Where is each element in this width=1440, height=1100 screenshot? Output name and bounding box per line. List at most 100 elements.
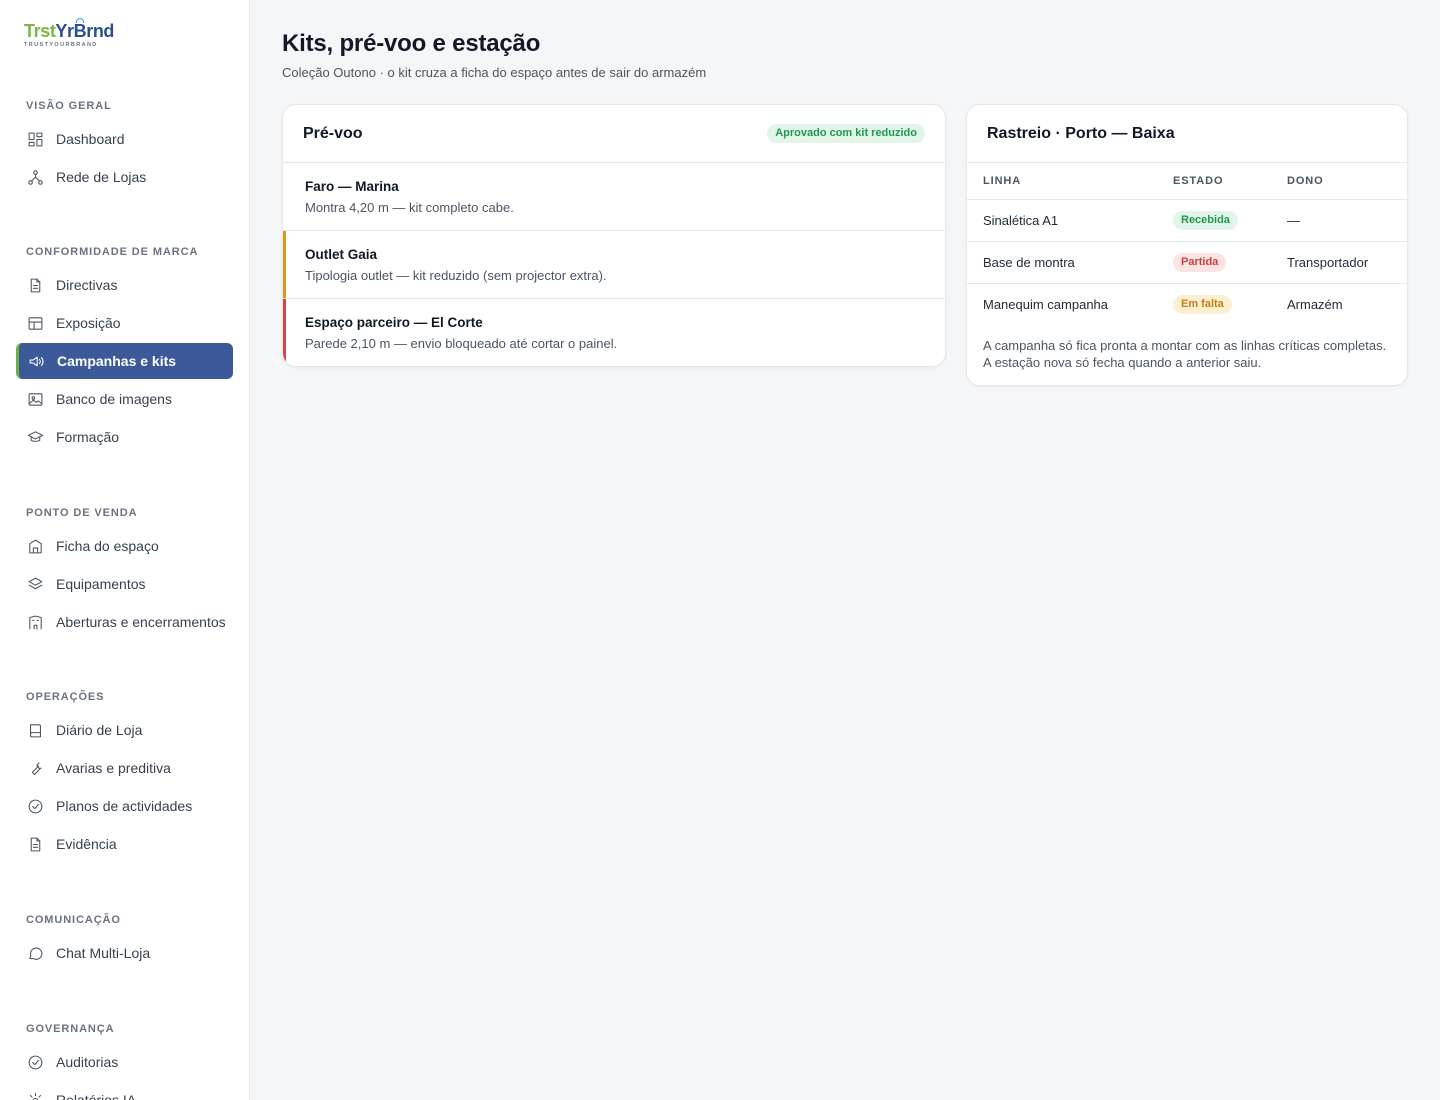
network-icon: [26, 168, 44, 186]
sidebar-item-evidencia[interactable]: Evidência: [16, 826, 233, 862]
line-cell: Sinalética A1: [967, 199, 1157, 242]
line-cell: Manequim campanha: [983, 296, 1109, 312]
table-row[interactable]: Base de montra Partida Transportador: [967, 241, 1407, 284]
preflight-card-title: Pré-voo: [303, 124, 363, 142]
chat-bubble-icon: [26, 944, 44, 962]
image-icon: [26, 390, 44, 408]
graduation-cap-icon: [26, 428, 44, 446]
storefront-icon: [26, 537, 44, 555]
sidebar-item-formacao[interactable]: Formação: [16, 419, 233, 455]
blocked-accent-bar: [283, 299, 286, 366]
sidebar-item-label: Banco de imagens: [56, 391, 172, 407]
wrench-icon: [26, 759, 44, 777]
document-icon: [26, 276, 44, 294]
preflight-card-header: Pré-voo Aprovado com kit reduzido: [283, 105, 945, 163]
grid-icon: [26, 130, 44, 148]
status-badge: Aprovado com kit reduzido: [767, 124, 925, 143]
sidebar-item-label: Chat Multi-Loja: [56, 945, 151, 961]
sidebar-item-label: Ficha do espaço: [56, 538, 159, 554]
sidebar-item-equipamentos[interactable]: Equipamentos: [16, 566, 233, 602]
section-visao-geral: Visão geral: [26, 100, 112, 112]
sidebar-item-planos-de-actividades[interactable]: Planos de actividades: [16, 788, 233, 824]
list-item[interactable]: Espaço parceiro — El Corte Parede 2,10 m…: [283, 299, 945, 366]
tracking-table: Linha Estado Dono Sinalética A1 Recebida…: [967, 163, 1407, 325]
document-icon: [26, 835, 44, 853]
table-row[interactable]: Sinalética A1 Recebida —: [967, 199, 1407, 242]
sidebar-item-label: Avarias e preditiva: [56, 760, 171, 776]
sidebar-item-label: Diário de Loja: [56, 722, 143, 738]
store-check-detail: Tipologia outlet — kit reduzido (sem pro…: [305, 268, 607, 283]
status-cell: Recebida: [1157, 199, 1271, 242]
sidebar-item-label: Evidência: [56, 836, 117, 852]
status-badge: Recebida: [1173, 210, 1238, 230]
sidebar-item-label: Dashboard: [56, 131, 125, 147]
tracking-note: A campanha só fica pronta a montar com a…: [983, 338, 1387, 370]
store-name: Espaço parceiro — El Corte: [305, 315, 483, 330]
sidebar-item-campanhas-e-kits[interactable]: Campanhas e kits: [16, 343, 233, 379]
sidebar-item-avarias-e-preditiva[interactable]: Avarias e preditiva: [16, 750, 233, 786]
sidebar-item-label: Rede de Lojas: [56, 169, 147, 185]
table-row[interactable]: Manequim campanha Em falta Armazém: [967, 283, 1407, 325]
store-check-detail: Montra 4,20 m — kit completo cabe.: [305, 200, 514, 215]
logo-arc-icon: [76, 18, 84, 23]
preflight-card: Pré-voo Aprovado com kit reduzido Faro —…: [282, 104, 946, 367]
sidebar-item-label: Equipamentos: [56, 576, 146, 592]
sidebar-item-label: Auditorias: [56, 1054, 119, 1070]
status-badge: Partida: [1173, 252, 1227, 272]
book-icon: [26, 721, 44, 739]
sidebar-item-exposicao[interactable]: Exposição: [16, 305, 233, 341]
store-name: Faro — Marina: [305, 179, 399, 194]
status-cell: Em falta: [1157, 283, 1271, 325]
check-circle-icon: [26, 797, 44, 815]
sidebar-item-dashboard[interactable]: Dashboard: [16, 121, 233, 157]
sidebar-item-ficha-do-espaco[interactable]: Ficha do espaço: [16, 528, 233, 564]
section-ponto-de-venda: Ponto de venda: [26, 507, 138, 519]
section-comunicacao: Comunicação: [26, 914, 121, 926]
brand-logo[interactable]: TrstYrBrnd TRUSTYOURBRAND: [24, 18, 115, 50]
owner-cell: Armazém: [1287, 296, 1343, 312]
tracking-card: Rastreio · Porto — Baixa Linha Estado Do…: [966, 104, 1408, 386]
sidebar: TrstYrBrnd TRUSTYOURBRAND Visão geral Da…: [0, 0, 250, 1100]
sidebar-item-banco-de-imagens[interactable]: Banco de imagens: [16, 381, 233, 417]
sidebar-item-directivas[interactable]: Directivas: [16, 267, 233, 303]
sidebar-item-auditorias[interactable]: Auditorias: [16, 1044, 233, 1080]
sidebar-item-rede-de-lojas[interactable]: Rede de Lojas: [16, 159, 233, 195]
store-name: Outlet Gaia: [305, 247, 378, 262]
tracking-card-header: Rastreio · Porto — Baixa: [967, 105, 1407, 163]
column-header-estado: Estado: [1157, 163, 1271, 200]
line-cell: Base de montra: [967, 241, 1157, 284]
check-circle-icon: [26, 1053, 44, 1071]
section-conformidade-de-marca: Conformidade de marca: [26, 246, 199, 258]
sidebar-item-label: Campanhas e kits: [57, 353, 177, 369]
sidebar-item-label: Planos de actividades: [56, 798, 193, 814]
sidebar-item-diario-de-loja[interactable]: Diário de Loja: [16, 712, 233, 748]
column-header-linha: Linha: [967, 163, 1157, 200]
sidebar-item-label: Aberturas e encerramentos: [56, 614, 226, 630]
sidebar-item-label: Formação: [56, 429, 120, 445]
list-item[interactable]: Faro — Marina Montra 4,20 m — kit comple…: [283, 163, 945, 231]
megaphone-icon: [27, 352, 45, 370]
warning-accent-bar: [283, 231, 286, 298]
sidebar-item-label: Exposição: [56, 315, 121, 331]
list-item[interactable]: Outlet Gaia Tipologia outlet — kit reduz…: [283, 231, 945, 299]
tracking-card-title: Rastreio · Porto — Baixa: [987, 124, 1175, 142]
sidebar-item-label: Relatórios IA: [56, 1092, 137, 1100]
page-subtitle: Coleção Outono · o kit cruza a ficha do …: [282, 65, 707, 80]
section-governanca: Governança: [26, 1023, 115, 1035]
owner-cell: —: [1271, 199, 1407, 242]
sparkle-icon: [26, 1091, 44, 1100]
status-cell: Partida: [1157, 241, 1271, 284]
table-header-row: Linha Estado Dono: [967, 163, 1407, 200]
section-operacoes: Operações: [26, 691, 105, 703]
sidebar-item-chat-multi-loja[interactable]: Chat Multi-Loja: [16, 935, 233, 971]
layout-icon: [26, 314, 44, 332]
status-badge: Em falta: [1173, 294, 1232, 314]
sidebar-item-label: Directivas: [56, 277, 118, 293]
owner-cell: Transportador: [1271, 241, 1407, 284]
store-check-detail: Parede 2,10 m — envio bloqueado até cort…: [305, 336, 618, 351]
sidebar-item-aberturas-e-encerramentos[interactable]: Aberturas e encerramentos: [16, 604, 233, 640]
sidebar-item-relatorios-ia[interactable]: Relatórios IA: [16, 1082, 233, 1100]
column-header-dono: Dono: [1271, 163, 1407, 200]
logo-wordmark: TrstYrBrnd: [24, 21, 115, 41]
logo-tagline: TRUSTYOURBRAND: [24, 42, 98, 48]
